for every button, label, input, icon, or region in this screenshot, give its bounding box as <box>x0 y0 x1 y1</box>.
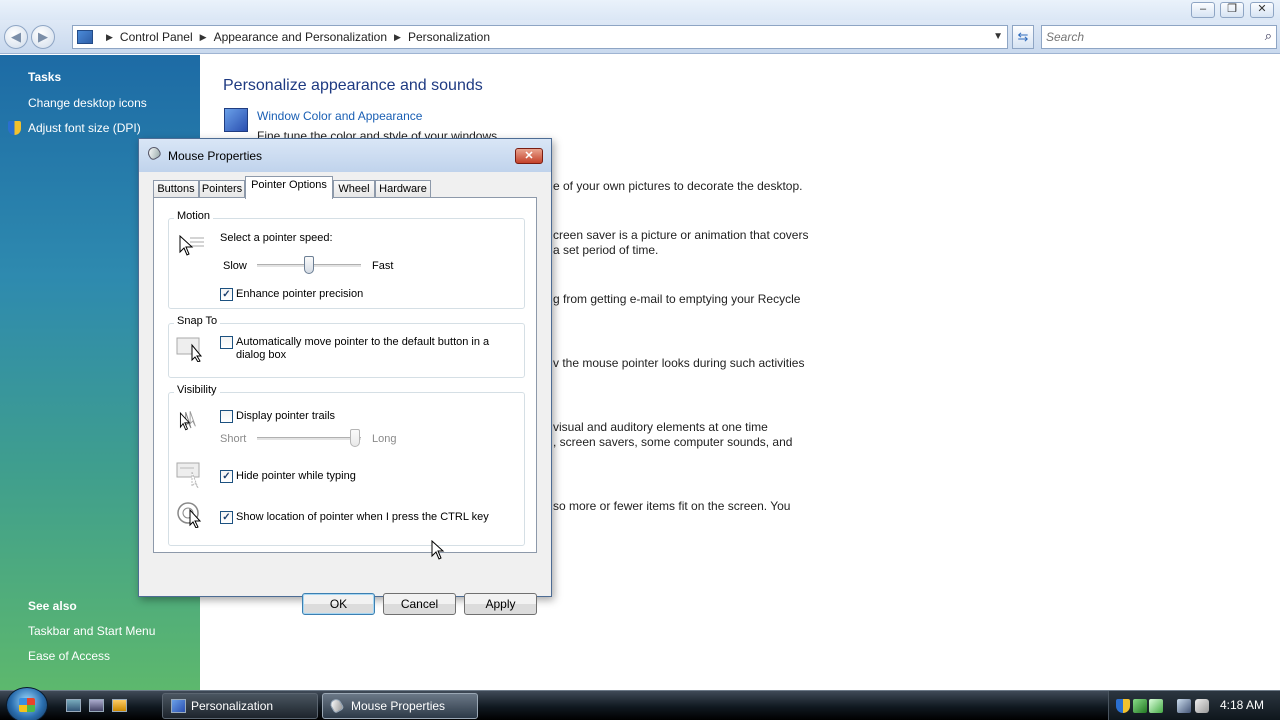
snap-to-icon <box>176 337 203 362</box>
security-shield-icon[interactable] <box>1116 699 1130 713</box>
pointer-speed-label: Select a pointer speed: <box>220 232 333 244</box>
enhance-precision-checkbox[interactable]: ✓ <box>220 288 233 301</box>
trails-length-track <box>257 437 361 441</box>
show-location-icon <box>177 502 202 528</box>
pointer-speed-slider[interactable] <box>304 256 314 274</box>
visibility-group-label: Visibility <box>174 384 220 396</box>
chevron-down-icon[interactable]: ▼ <box>993 31 1003 42</box>
dialog-close-button[interactable]: ✕ <box>515 148 543 164</box>
tasks-heading: Tasks <box>28 70 62 84</box>
fast-label: Fast <box>372 260 394 272</box>
navigation-bar: ◀ ▶ ▶ Control Panel ▶ Appearance and Per… <box>0 20 1280 54</box>
sidebar-icon[interactable] <box>1133 699 1147 713</box>
theme-description-2: , screen savers, some computer sounds, a… <box>553 435 793 449</box>
refresh-button[interactable]: ⇆ <box>1012 25 1034 49</box>
pointer-trails-icon <box>179 411 196 431</box>
explorer-title-bar: – ❐ ✕ <box>0 0 1280 20</box>
personalization-icon <box>171 699 186 713</box>
search-box[interactable]: ⌕ <box>1041 25 1277 49</box>
forward-button[interactable]: ▶ <box>31 25 55 49</box>
apply-button[interactable]: Apply <box>464 593 537 615</box>
taskbar: Personalization Mouse Properties 4:18 AM <box>0 687 1280 720</box>
pointer-speed-icon <box>179 234 204 256</box>
taskbar-start-menu-link[interactable]: Taskbar and Start Menu <box>28 624 155 638</box>
pointer-trails-label[interactable]: Display pointer trails <box>236 410 335 422</box>
address-bar[interactable]: ▶ Control Panel ▶ Appearance and Persona… <box>72 25 1008 49</box>
show-location-label[interactable]: Show location of pointer when I press th… <box>236 511 489 523</box>
back-button[interactable]: ◀ <box>4 25 28 49</box>
windows-flag-icon <box>19 698 35 712</box>
mouse-properties-dialog: Mouse Properties ✕ Buttons Pointers Poin… <box>138 138 552 615</box>
mouse-icon <box>145 144 163 162</box>
search-input[interactable] <box>1046 29 1246 45</box>
hide-pointer-checkbox[interactable]: ✓ <box>220 470 233 483</box>
sounds-description: g from getting e-mail to emptying your R… <box>553 292 801 306</box>
trails-short-label: Short <box>220 433 247 445</box>
page-title: Personalize appearance and sounds <box>223 77 483 94</box>
network-icon[interactable] <box>1177 699 1191 713</box>
tab-wheel[interactable]: Wheel <box>333 180 375 198</box>
mouse-cursor-icon <box>431 540 445 560</box>
snap-to-label[interactable]: Automatically move pointer to the defaul… <box>236 336 496 362</box>
breadcrumb-separator-icon: ▶ <box>199 31 207 42</box>
breadcrumb-appearance[interactable]: Appearance and Personalization <box>214 30 387 44</box>
search-icon[interactable]: ⌕ <box>1265 28 1272 44</box>
trails-long-label: Long <box>372 433 397 445</box>
screen-saver-description-2: a set period of time. <box>553 243 659 257</box>
taskbar-personalization-label: Personalization <box>191 699 274 713</box>
screen-saver-description: creen saver is a picture or animation th… <box>553 228 809 242</box>
maximize-button[interactable]: ❐ <box>1220 2 1244 18</box>
dialog-title: Mouse Properties <box>168 149 263 163</box>
cancel-button[interactable]: Cancel <box>383 593 456 615</box>
snap-to-checkbox[interactable] <box>220 336 233 349</box>
dialog-body: Buttons Pointers Pointer Options Wheel H… <box>146 172 544 615</box>
change-desktop-icons-link[interactable]: Change desktop icons <box>28 96 147 110</box>
taskbar-mouse-properties[interactable]: Mouse Properties <box>322 693 478 719</box>
taskbar-mouse-properties-label: Mouse Properties <box>351 699 446 713</box>
update-icon[interactable] <box>1149 699 1163 713</box>
mouse-icon <box>328 697 345 714</box>
minimize-button[interactable]: – <box>1191 2 1215 18</box>
window-color-icon[interactable] <box>224 108 248 132</box>
mouse-pointers-description: v the mouse pointer looks during such ac… <box>553 356 805 370</box>
motion-group-label: Motion <box>174 210 214 222</box>
clock[interactable]: 4:18 AM <box>1220 698 1264 712</box>
see-also-heading: See also <box>28 599 77 613</box>
tab-buttons[interactable]: Buttons <box>153 180 199 198</box>
adjust-font-size-link[interactable]: Adjust font size (DPI) <box>28 121 141 135</box>
start-button[interactable] <box>6 687 48 720</box>
media-player-icon[interactable] <box>112 699 127 712</box>
ok-button[interactable]: OK <box>302 593 375 615</box>
control-panel-icon <box>77 30 93 44</box>
desktop-background-description: e of your own pictures to decorate the d… <box>553 179 803 193</box>
volume-muted-icon[interactable] <box>1195 699 1209 713</box>
breadcrumb-separator-icon: ▶ <box>106 31 113 42</box>
breadcrumb-control-panel[interactable]: Control Panel <box>120 30 193 44</box>
show-desktop-icon[interactable] <box>66 699 81 712</box>
tab-pointer-options[interactable]: Pointer Options <box>245 176 333 199</box>
dialog-title-bar[interactable]: Mouse Properties ✕ <box>139 139 551 172</box>
uac-shield-icon <box>8 121 21 135</box>
pointer-trails-checkbox[interactable] <box>220 410 233 423</box>
trails-length-slider[interactable] <box>350 429 360 447</box>
switch-windows-icon[interactable] <box>89 699 104 712</box>
tab-pointers[interactable]: Pointers <box>199 180 245 198</box>
close-window-button[interactable]: ✕ <box>1250 2 1274 18</box>
breadcrumb-separator-icon: ▶ <box>394 31 401 42</box>
window-color-link[interactable]: Window Color and Appearance <box>257 109 422 123</box>
enhance-precision-label[interactable]: Enhance pointer precision <box>236 288 363 300</box>
display-settings-description: so more or fewer items fit on the screen… <box>553 499 791 513</box>
theme-description: visual and auditory elements at one time <box>553 420 768 434</box>
ease-of-access-link[interactable]: Ease of Access <box>28 649 110 663</box>
snap-to-group-label: Snap To <box>174 315 221 327</box>
hide-pointer-icon <box>176 462 200 488</box>
breadcrumb-personalization[interactable]: Personalization <box>408 30 490 44</box>
taskbar-personalization[interactable]: Personalization <box>162 693 318 719</box>
show-location-checkbox[interactable]: ✓ <box>220 511 233 524</box>
slow-label: Slow <box>223 260 247 272</box>
pointer-options-page: Motion Select a pointer speed: Slow Fast… <box>153 197 537 553</box>
hide-pointer-label[interactable]: Hide pointer while typing <box>236 470 356 482</box>
tab-hardware[interactable]: Hardware <box>375 180 431 198</box>
